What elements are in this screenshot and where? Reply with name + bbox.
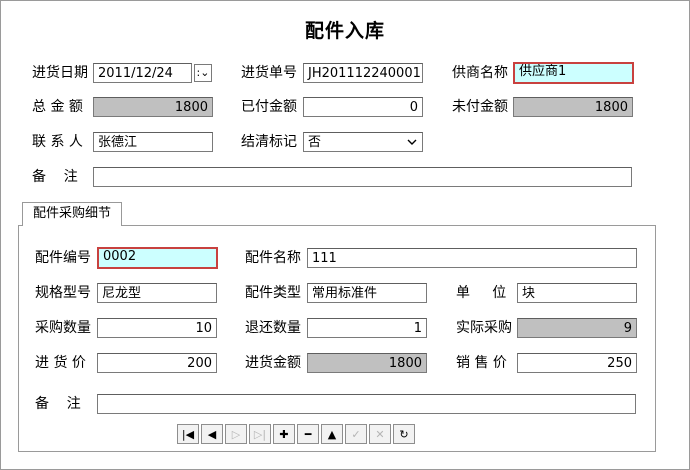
actual-label: 实际采购 xyxy=(456,320,512,336)
detail-remark-field[interactable] xyxy=(97,394,636,414)
qty-label: 采购数量 xyxy=(35,320,91,336)
unpaid-field: 1800 xyxy=(513,97,633,117)
code-label: 配件编号 xyxy=(35,250,91,266)
nav-delete-icon: ━ xyxy=(304,427,312,441)
price-field[interactable]: 200 xyxy=(97,353,217,373)
page-title: 配件入库 xyxy=(304,20,385,42)
type-label: 配件类型 xyxy=(245,285,301,301)
order-field[interactable]: JH201112240001 xyxy=(303,63,423,83)
spec-label: 规格型号 xyxy=(35,285,91,301)
nav-insert-button[interactable]: ✚ xyxy=(273,424,295,444)
remark-field[interactable] xyxy=(93,167,632,187)
chevron-down-icon: ⌄ xyxy=(200,66,210,79)
settled-select[interactable]: 否 xyxy=(303,132,423,152)
nav-last-button[interactable]: ▷| xyxy=(249,424,271,444)
nav-first-icon: |◀ xyxy=(181,427,195,441)
date-field[interactable]: 2011/12/24 xyxy=(93,63,192,83)
code-field[interactable]: 0002 xyxy=(97,247,218,269)
spec-field[interactable]: 尼龙型 xyxy=(97,283,217,303)
unpaid-label: 未付金额 xyxy=(452,99,508,115)
nav-last-icon: ▷| xyxy=(253,427,267,441)
return-field[interactable]: 1 xyxy=(307,318,427,338)
nav-edit-icon: ▲ xyxy=(327,427,337,441)
nav-edit-button[interactable]: ▲ xyxy=(321,424,343,444)
nav-prior-button[interactable]: ◀ xyxy=(201,424,223,444)
name-field[interactable]: 111 xyxy=(307,248,637,268)
nav-next-icon: ▷ xyxy=(231,427,241,441)
amount-field: 1800 xyxy=(307,353,427,373)
tab-parts-detail[interactable]: 配件采购细节 xyxy=(22,202,122,226)
supplier-label: 供商名称 xyxy=(452,65,508,81)
chevron-down-icon xyxy=(404,133,420,151)
nav-cancel-icon: ✕ xyxy=(375,427,385,441)
amount-label: 进货金额 xyxy=(245,355,301,371)
contact-field[interactable]: 张德江 xyxy=(93,132,213,152)
paid-label: 已付金额 xyxy=(241,99,297,115)
type-field[interactable]: 常用标准件 xyxy=(307,283,427,303)
nav-refresh-icon: ↻ xyxy=(399,427,409,441)
contact-label: 联 系 人 xyxy=(32,134,83,150)
remark-label: 备 注 xyxy=(32,169,78,185)
settled-select-value: 否 xyxy=(308,135,322,150)
order-label: 进货单号 xyxy=(241,65,297,81)
unit-field[interactable]: 块 xyxy=(517,283,637,303)
paid-field[interactable]: 0 xyxy=(303,97,423,117)
nav-post-icon: ✓ xyxy=(351,427,361,441)
nav-prior-icon: ◀ xyxy=(207,427,217,441)
sale-label: 销 售 价 xyxy=(456,355,507,371)
total-field: 1800 xyxy=(93,97,213,117)
record-navigator: |◀ ◀ ▷ ▷| ✚ ━ ▲ ✓ ✕ ↻ xyxy=(177,424,415,444)
nav-refresh-button[interactable]: ↻ xyxy=(393,424,415,444)
supplier-field[interactable]: 供应商1 xyxy=(513,62,634,84)
nav-insert-icon: ✚ xyxy=(279,427,289,441)
total-label: 总 金 额 xyxy=(32,99,83,115)
nav-delete-button[interactable]: ━ xyxy=(297,424,319,444)
nav-cancel-button[interactable]: ✕ xyxy=(369,424,391,444)
nav-post-button[interactable]: ✓ xyxy=(345,424,367,444)
settled-label: 结清标记 xyxy=(241,134,297,150)
qty-field[interactable]: 10 xyxy=(97,318,217,338)
price-label: 进 货 价 xyxy=(35,355,86,371)
nav-first-button[interactable]: |◀ xyxy=(177,424,199,444)
sale-field[interactable]: 250 xyxy=(517,353,637,373)
actual-field: 9 xyxy=(517,318,637,338)
name-label: 配件名称 xyxy=(245,250,301,266)
nav-next-button[interactable]: ▷ xyxy=(225,424,247,444)
detail-remark-label: 备 注 xyxy=(35,396,81,412)
unit-label: 单 位 xyxy=(456,285,507,301)
return-label: 退还数量 xyxy=(245,320,301,336)
date-dropdown-button[interactable]: :⌄ xyxy=(194,64,212,82)
date-label: 进货日期 xyxy=(32,65,88,81)
